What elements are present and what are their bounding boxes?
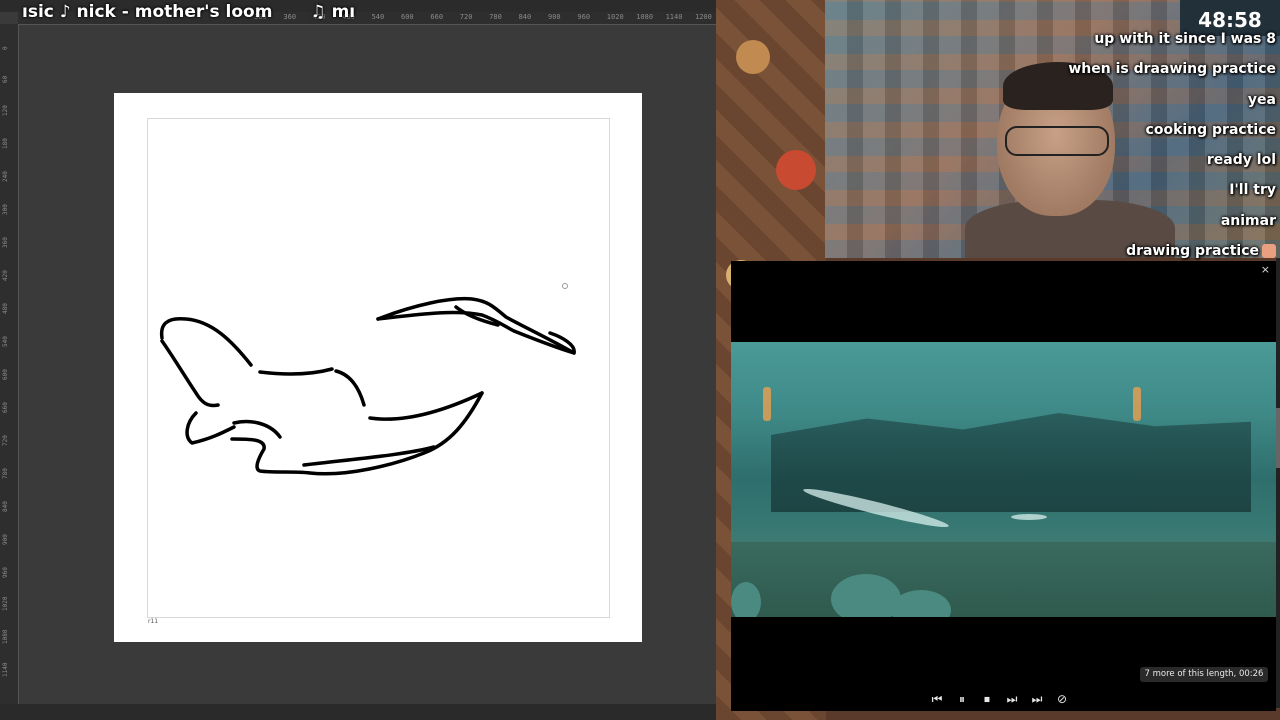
ruler-tick-label: 1200	[695, 13, 712, 21]
sketch-stroke-cephalic	[185, 411, 236, 445]
ruler-tick-label: 540	[371, 13, 385, 21]
ruler-tick-label: 960	[2, 567, 9, 578]
ruler-tick-label: 960	[577, 13, 591, 21]
manta-ray-sketch	[159, 283, 576, 476]
chat-message: yea	[1036, 91, 1276, 121]
ruler-tick-label: 600	[401, 13, 414, 21]
ruler-tick-label: 1020	[606, 13, 624, 21]
ruler-tick-label: 300	[2, 204, 9, 215]
brush-cursor	[562, 283, 568, 289]
ruler-tick-label: 660	[430, 13, 444, 21]
chat-message-text: animar	[1220, 212, 1276, 229]
ruler-tick-label: 180	[2, 138, 9, 149]
chat-message: cooking practice	[1036, 121, 1276, 151]
ruler-tick-label: 780	[2, 468, 9, 479]
chat-message: animar	[1036, 212, 1276, 242]
drawing-app-window: 300 360 420 480 540 600 660 720 780 840 900 960 1020…	[0, 0, 716, 704]
ruler-tick-label: 360	[2, 237, 9, 248]
ruler-tick-label: 1080	[2, 629, 9, 644]
ruler-tick-label: 540	[2, 336, 9, 347]
skip-end-icon[interactable]: ⏭	[1031, 692, 1043, 706]
music-ticker-current: ısic ♪ nick - mother's loom	[22, 2, 273, 22]
player-controls: ⏮ ⏸ ⏹ ⏭ ⏭ ⊘	[931, 691, 1068, 707]
stop-icon[interactable]: ⏹	[981, 692, 993, 706]
ruler-tick-label: 840	[2, 501, 9, 512]
chat-message: I'll try	[1036, 181, 1276, 211]
ruler-tick-label: 600	[2, 369, 9, 380]
music-ticker: ısic ♪ nick - mother's loom ♫ mı	[22, 0, 355, 24]
playlist-info: 7 more of this length, 00:26	[1140, 667, 1268, 682]
player-scrollbar[interactable]	[1276, 258, 1280, 708]
close-icon[interactable]: ×	[1261, 264, 1270, 276]
sketch-stroke-lower-body	[368, 391, 484, 421]
pig-emote-icon	[1262, 244, 1276, 259]
ruler-tick-label: 780	[489, 13, 502, 21]
ruler-tick-label: 1140	[665, 13, 683, 21]
chat-message-text: when is draawing practice	[1068, 61, 1276, 78]
ruler-tick-label: 60	[2, 75, 9, 83]
pause-icon[interactable]: ⏸	[956, 692, 968, 706]
chat-overlay: up with it since I was 8 when is draawing…	[1036, 30, 1276, 272]
sketch-stroke-inner	[232, 419, 282, 439]
ruler-tick-label: 1080	[636, 13, 654, 21]
ruler-tick-label: 900	[548, 13, 561, 21]
ruler-tick-label: 660	[2, 402, 9, 413]
music-ticker-next: ♫ mı	[310, 2, 356, 22]
ruler-tick-label: 420	[2, 270, 9, 281]
chat-message-text: I'll try	[1229, 182, 1276, 199]
sketch-stroke-right-fin	[376, 296, 576, 355]
ruler-tick-label: 240	[2, 171, 9, 182]
ruler-tick-label: 1140	[2, 662, 9, 677]
chat-message-text: cooking practice	[1145, 121, 1276, 138]
sketch-stroke-mid	[258, 367, 334, 376]
underwater-light	[1133, 387, 1141, 421]
underwater-light	[763, 387, 771, 421]
sketch-stroke-wing-tip	[230, 391, 484, 476]
sketch-stroke-fin-detail	[454, 305, 500, 327]
ruler-vertical: 0 60 120 180 240 300 360 420 480 540 600 660 720 780 8…	[0, 24, 19, 704]
video-frame[interactable]	[731, 342, 1276, 617]
scrollbar-thumb[interactable]	[1276, 408, 1280, 468]
app-bottom-bar	[0, 704, 716, 720]
chat-message: up with it since I was 8	[1036, 30, 1276, 60]
hide-icon[interactable]: ⊘	[1056, 692, 1068, 706]
sea-floor	[731, 542, 1276, 617]
chat-message-text: ready lol	[1206, 152, 1276, 169]
sketch-stroke-left-fin	[160, 339, 220, 408]
ruler-tick-label: 0	[2, 46, 9, 50]
chat-message: ready lol	[1036, 151, 1276, 181]
fish	[1011, 514, 1047, 520]
chat-message: when is draawing practice	[1036, 60, 1276, 90]
video-player[interactable]: × 7 more of this length, 00:26 ⏮ ⏸ ⏹ ⏭ ⏭…	[731, 261, 1276, 711]
chat-message-text: up with it since I was 8	[1094, 31, 1276, 47]
ruler-tick-label: 480	[2, 303, 9, 314]
ruler-tick-label: 1020	[2, 596, 9, 611]
ruler-tick-label: 900	[2, 534, 9, 545]
chat-message-text: drawing practice	[1126, 243, 1259, 260]
ruler-tick-label: 720	[2, 435, 9, 446]
ruler-tick-label: 120	[2, 105, 9, 116]
sketch-stroke-tail-curve	[334, 369, 366, 407]
chat-message-text: yea	[1247, 91, 1276, 108]
rock	[731, 582, 761, 617]
forward-icon[interactable]: ⏭	[1006, 692, 1018, 706]
ruler-tick-label: 840	[518, 13, 532, 21]
drawing-canvas[interactable]: r11	[114, 93, 642, 642]
ruler-tick-label: 720	[459, 13, 473, 21]
rewind-icon[interactable]: ⏮	[931, 692, 943, 706]
